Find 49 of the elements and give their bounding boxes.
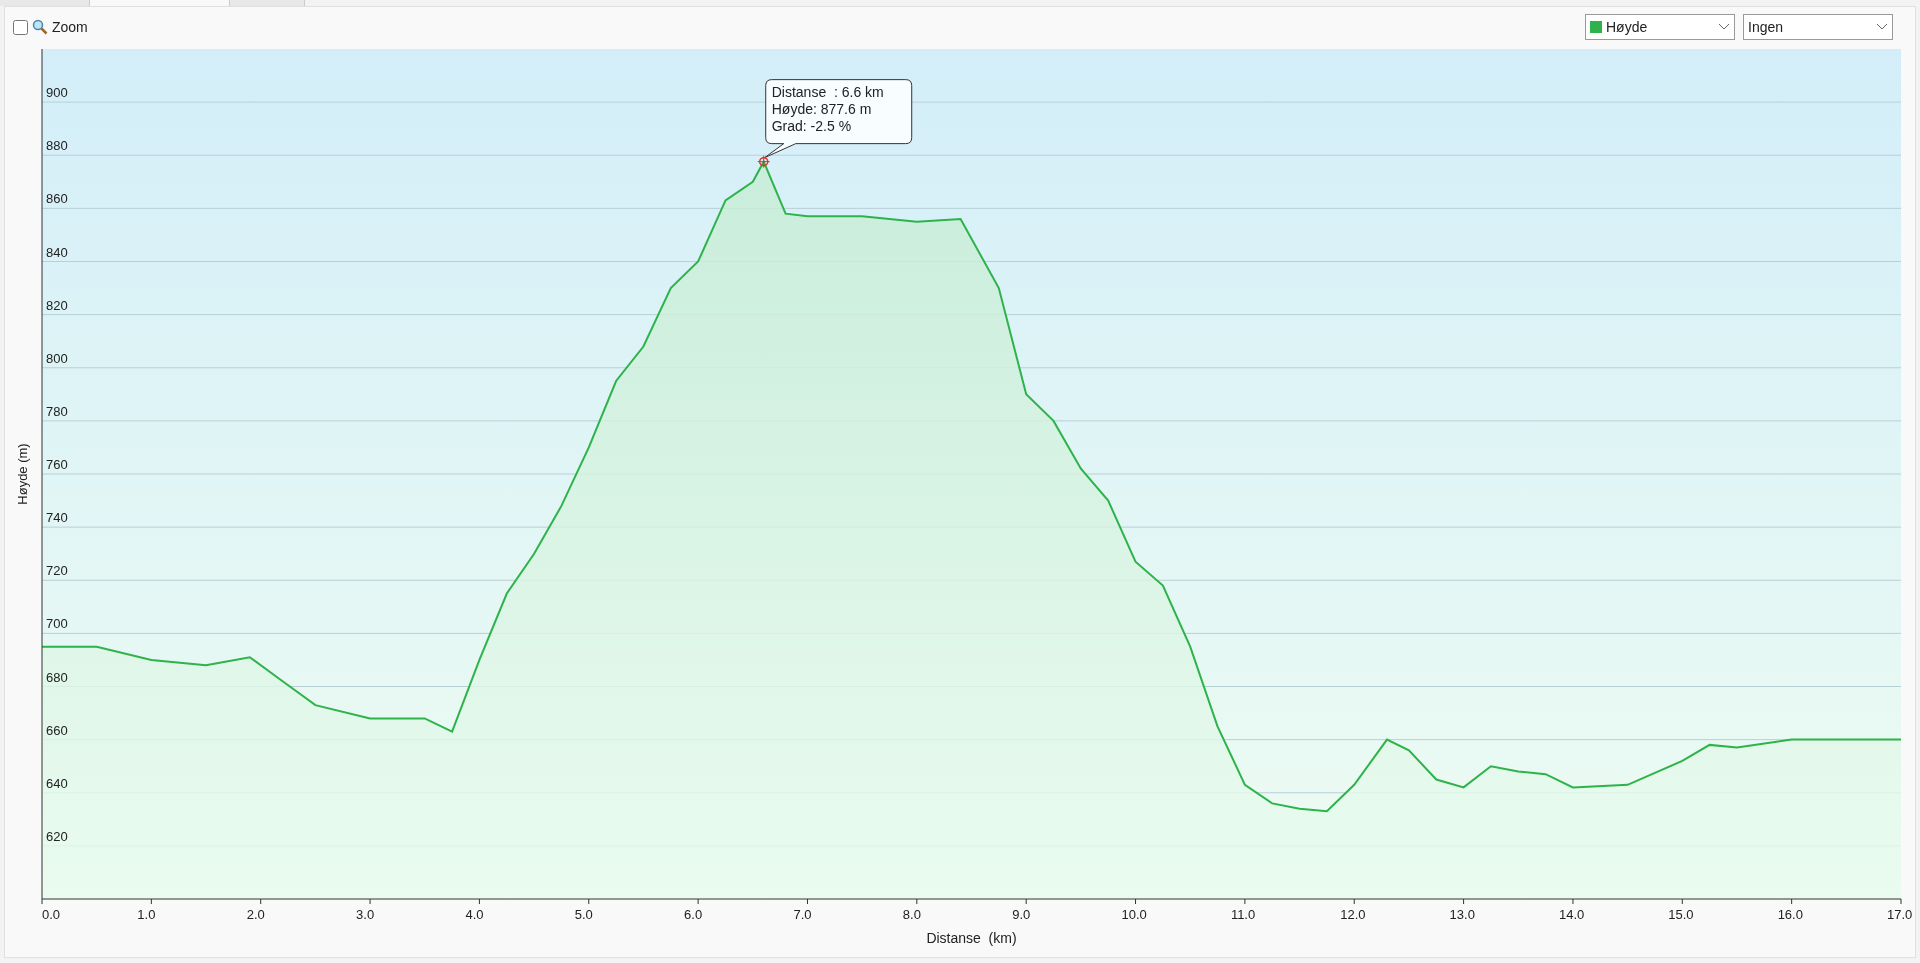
y-tick-label: 620 — [46, 828, 68, 844]
x-tick-label: 8.0 — [902, 907, 921, 922]
x-tick-label: 5.0 — [574, 907, 593, 922]
zoom-label: Zoom — [52, 17, 88, 37]
x-tick-label: 7.0 — [793, 907, 812, 922]
y-tick-label: 780 — [46, 403, 68, 419]
y-tick-label: 840 — [46, 244, 68, 260]
tooltip-text: Grad: -2.5 % — [771, 117, 852, 134]
x-axis-title: Distanse (km) — [926, 930, 1017, 946]
y-tick-label: 800 — [46, 350, 68, 366]
magnifier-icon — [32, 19, 48, 35]
y-tick-label: 720 — [46, 563, 68, 579]
x-tick-label: 16.0 — [1777, 907, 1803, 922]
x-tick-label: 12.0 — [1340, 907, 1366, 922]
chevron-down-icon — [1876, 23, 1888, 31]
tab[interactable] — [90, 0, 230, 6]
tab[interactable] — [0, 0, 90, 6]
crosshair-marker-icon — [757, 155, 771, 169]
y-tick-label: 820 — [46, 297, 68, 313]
x-tick-label: 2.0 — [246, 907, 265, 922]
y-tick-label: 680 — [46, 669, 68, 685]
x-tick-label: 17.0 — [1887, 907, 1913, 922]
dropdown[interactable]: Høyde — [1585, 14, 1735, 40]
y-tick-label: 640 — [46, 775, 68, 791]
y-tick-label: 880 — [46, 138, 68, 154]
x-tick-label: 11.0 — [1230, 907, 1256, 922]
chevron-down-icon — [1718, 23, 1730, 31]
y-tick-label: 760 — [46, 457, 68, 472]
x-tick-label: 10.0 — [1121, 907, 1147, 922]
dropdown[interactable]: Ingen — [1743, 14, 1893, 40]
x-tick-label: 0.0 — [42, 907, 61, 922]
x-tick-label: 4.0 — [465, 907, 484, 922]
y-tick-label: 700 — [46, 616, 68, 632]
x-tick-label: 13.0 — [1449, 907, 1475, 922]
zoom-checkbox[interactable] — [13, 19, 28, 35]
y-tick-label: 900 — [46, 85, 68, 101]
tab[interactable] — [230, 0, 305, 6]
x-tick-label: 15.0 — [1668, 907, 1694, 922]
y-tick-label: 740 — [46, 510, 68, 526]
y-axis-title: Høyde (m) — [15, 443, 30, 505]
tooltip-text: Høyde: 877.6 m — [771, 100, 872, 117]
x-tick-label: 1.0 — [137, 907, 156, 922]
x-tick-label: 14.0 — [1558, 907, 1585, 922]
x-tick-label: 3.0 — [356, 907, 375, 922]
y-tick-label: 860 — [46, 191, 68, 207]
x-tick-label: 6.0 — [684, 907, 703, 922]
tooltip-text: Distanse : 6.6 km — [771, 83, 884, 100]
x-tick-label: 9.0 — [1012, 907, 1031, 922]
y-tick-label: 660 — [46, 722, 68, 738]
